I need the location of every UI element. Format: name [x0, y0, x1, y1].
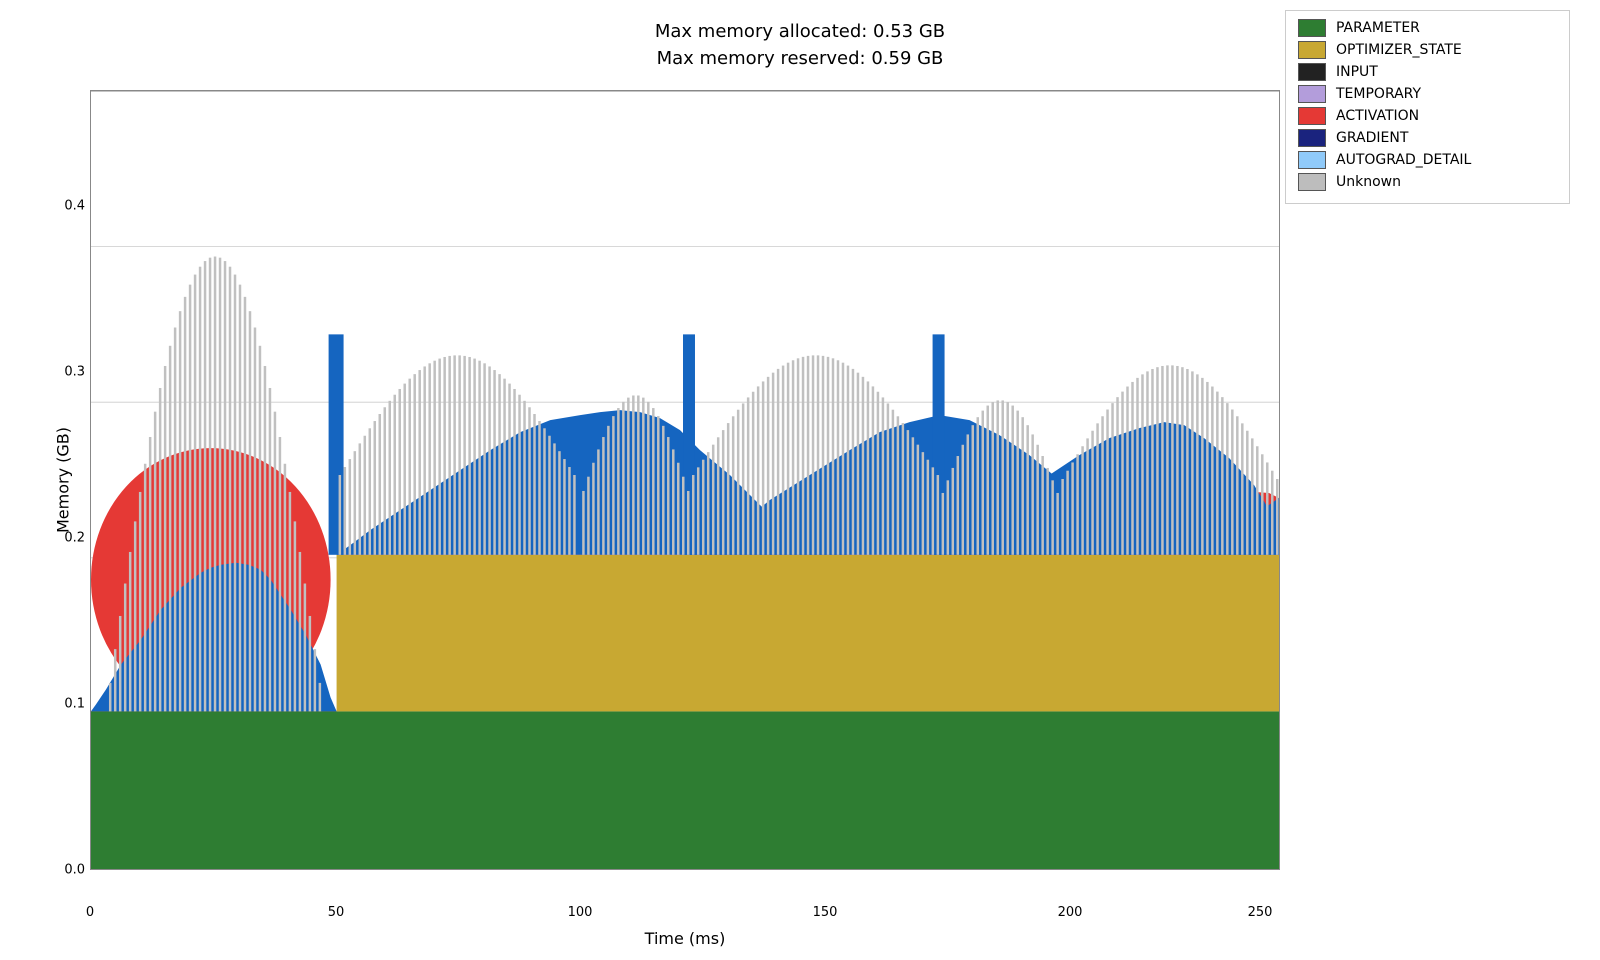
legend-color-temporary: [1298, 85, 1326, 103]
xtick-0: 0: [86, 905, 94, 920]
xtick-50: 50: [328, 905, 345, 920]
ytick-01: 0.1: [40, 697, 85, 712]
legend-color-gradient: [1298, 129, 1326, 147]
unknown-spikes-svg: [91, 91, 1279, 869]
legend-item-gradient: GRADIENT: [1298, 129, 1557, 147]
legend-label-temporary: TEMPORARY: [1336, 86, 1421, 102]
xtick-200: 200: [1058, 905, 1083, 920]
legend-item-autograd: AUTOGRAD_DETAIL: [1298, 151, 1557, 169]
legend-label-activation: ACTIVATION: [1336, 108, 1419, 124]
legend-item-input: INPUT: [1298, 63, 1557, 81]
legend-color-optimizer: [1298, 41, 1326, 59]
legend-label-parameter: PARAMETER: [1336, 20, 1420, 36]
legend-color-parameter: [1298, 19, 1326, 37]
legend-color-unknown: [1298, 173, 1326, 191]
legend-item-parameter: PARAMETER: [1298, 19, 1557, 37]
ytick-04: 0.4: [40, 199, 85, 214]
ytick-03: 0.3: [40, 365, 85, 380]
ytick-0: 0.0: [40, 863, 85, 878]
legend-item-unknown: Unknown: [1298, 173, 1557, 191]
chart-area: [90, 90, 1280, 870]
y-axis-label: Memory (GB): [54, 427, 73, 533]
legend-color-input: [1298, 63, 1326, 81]
legend-label-input: INPUT: [1336, 64, 1378, 80]
legend-item-activation: ACTIVATION: [1298, 107, 1557, 125]
xtick-100: 100: [568, 905, 593, 920]
legend-color-autograd: [1298, 151, 1326, 169]
legend-label-autograd: AUTOGRAD_DETAIL: [1336, 152, 1471, 168]
legend: PARAMETER OPTIMIZER_STATE INPUT TEMPORAR…: [1285, 10, 1570, 204]
legend-label-optimizer: OPTIMIZER_STATE: [1336, 42, 1462, 58]
legend-label-gradient: GRADIENT: [1336, 130, 1408, 146]
legend-color-activation: [1298, 107, 1326, 125]
xtick-150: 150: [813, 905, 838, 920]
legend-item-temporary: TEMPORARY: [1298, 85, 1557, 103]
xtick-250: 250: [1248, 905, 1273, 920]
legend-item-optimizer: OPTIMIZER_STATE: [1298, 41, 1557, 59]
chart-container: Max memory allocated: 0.53 GB Max memory…: [0, 0, 1600, 960]
legend-label-unknown: Unknown: [1336, 174, 1401, 190]
x-axis-label: Time (ms): [90, 929, 1280, 948]
